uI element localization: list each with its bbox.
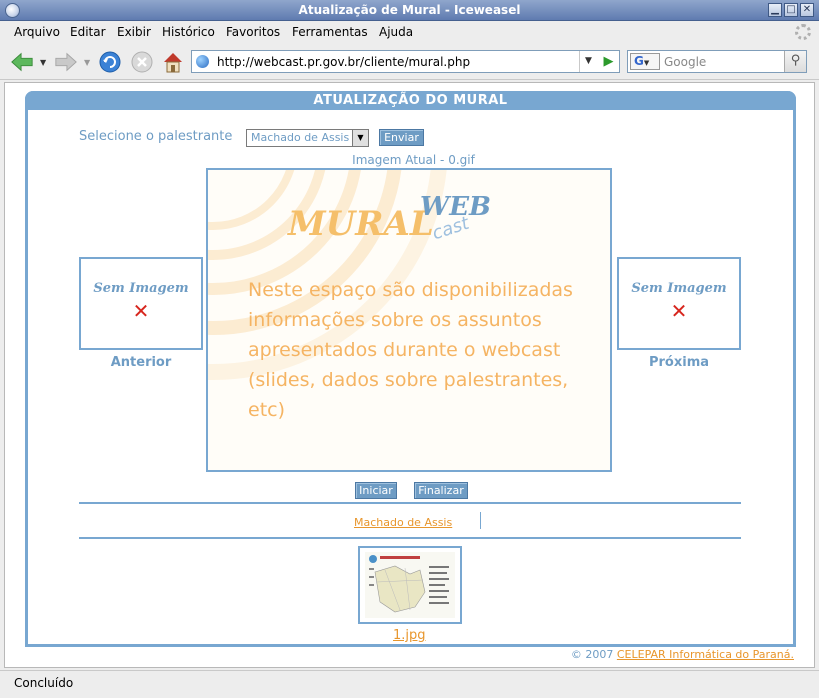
- next-image[interactable]: Sem Imagem ✕: [617, 257, 741, 350]
- divider: [79, 537, 741, 539]
- forward-history-dropdown-icon[interactable]: ▼: [84, 58, 90, 67]
- home-icon[interactable]: [161, 50, 185, 74]
- thumbnail-link[interactable]: 1.jpg: [393, 628, 426, 643]
- menu-ajuda[interactable]: Ajuda: [379, 25, 413, 39]
- menu-bar: Arquivo Editar Exibir Histórico Favorito…: [0, 21, 819, 43]
- menu-favoritos[interactable]: Favoritos: [226, 25, 280, 39]
- forward-arrow-icon[interactable]: [54, 50, 78, 74]
- status-bar: Concluído: [0, 670, 819, 698]
- navigation-toolbar: ▼ ▼ http://webcast.pr.gov.br/cliente/mur…: [0, 43, 819, 80]
- footer: © 2007 CELEPAR Informática do Paraná.: [571, 648, 794, 661]
- menu-editar[interactable]: Editar: [70, 25, 106, 39]
- speaker-select[interactable]: Machado de Assis ▼: [246, 129, 369, 147]
- current-image-label: Imagem Atual - 0.gif: [352, 153, 475, 167]
- reload-icon[interactable]: [98, 50, 122, 74]
- back-arrow-icon[interactable]: [10, 50, 34, 74]
- mural-logo: MURAL: [288, 204, 434, 244]
- search-bar[interactable]: G▼ Google ⚲: [627, 50, 807, 73]
- footer-link[interactable]: CELEPAR Informática do Paraná.: [617, 648, 794, 661]
- send-button[interactable]: Enviar: [379, 129, 424, 146]
- menu-arquivo[interactable]: Arquivo: [14, 25, 60, 39]
- finish-button[interactable]: Finalizar: [414, 482, 468, 499]
- mural-panel: ATUALIZAÇÃO DO MURAL Selecione o palestr…: [25, 91, 796, 647]
- close-button[interactable]: ✕: [800, 3, 814, 17]
- start-button[interactable]: Iniciar: [355, 482, 397, 499]
- page-title: ATUALIZAÇÃO DO MURAL: [25, 91, 796, 110]
- menu-historico[interactable]: Histórico: [162, 25, 215, 39]
- speaker-link[interactable]: Machado de Assis: [354, 516, 452, 529]
- url-text[interactable]: http://webcast.pr.gov.br/cliente/mural.p…: [217, 55, 470, 69]
- mural-description: Neste espaço são disponibilizadas inform…: [248, 279, 573, 421]
- divider: [480, 512, 481, 529]
- go-arrow-icon[interactable]: ▶: [598, 51, 619, 72]
- previous-image[interactable]: Sem Imagem ✕: [79, 257, 203, 350]
- activity-throbber-icon: [795, 24, 811, 40]
- window-title: Atualização de Mural - Iceweasel: [298, 3, 521, 17]
- divider: [79, 502, 741, 504]
- status-text: Concluído: [14, 676, 74, 690]
- chevron-down-icon[interactable]: ▼: [352, 130, 368, 146]
- menu-exibir[interactable]: Exibir: [117, 25, 151, 39]
- search-engine-icon[interactable]: G▼: [630, 53, 660, 70]
- url-bar[interactable]: http://webcast.pr.gov.br/cliente/mural.p…: [191, 50, 620, 73]
- back-history-dropdown-icon[interactable]: ▼: [40, 58, 46, 67]
- url-history-dropdown-icon[interactable]: ▼: [579, 51, 597, 72]
- maximize-button[interactable]: □: [784, 3, 798, 17]
- current-image: MURAL WEB cast Neste espaço são disponib…: [206, 168, 612, 472]
- window-title-bar: Atualização de Mural - Iceweasel ▁ □ ✕: [0, 0, 819, 21]
- next-label[interactable]: Próxima: [617, 355, 741, 370]
- menu-ferramentas[interactable]: Ferramentas: [292, 25, 368, 39]
- page-content: ATUALIZAÇÃO DO MURAL Selecione o palestr…: [4, 82, 815, 668]
- speaker-select-label: Selecione o palestrante: [79, 129, 233, 144]
- search-magnifier-icon[interactable]: ⚲: [784, 51, 806, 72]
- site-identity-icon[interactable]: [196, 55, 209, 68]
- minimize-button[interactable]: ▁: [768, 3, 782, 17]
- missing-image-icon: ✕: [132, 299, 150, 323]
- footer-copyright: © 2007: [570, 648, 614, 661]
- slide-thumbnail[interactable]: [358, 546, 462, 624]
- missing-image-icon: ✕: [670, 299, 688, 323]
- search-input[interactable]: Google: [664, 55, 706, 69]
- previous-label[interactable]: Anterior: [79, 355, 203, 370]
- stop-icon[interactable]: [130, 50, 154, 74]
